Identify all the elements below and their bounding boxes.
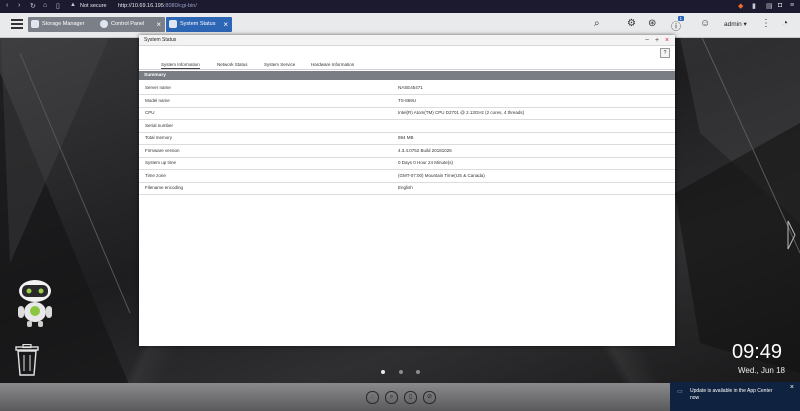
storage-manager-icon [31, 20, 39, 28]
dashboard-icon[interactable]: ◔ [782, 18, 788, 29]
control-panel-icon [100, 20, 108, 28]
tab-label: System Status [180, 21, 216, 27]
window-titlebar[interactable]: System Status − + × [139, 35, 675, 46]
tab-system-information[interactable]: System Information [161, 62, 200, 69]
show-desktop-icon[interactable]: ◌ [366, 391, 379, 404]
summary-header: Summary [139, 71, 675, 80]
tab-storage-manager[interactable]: Storage Manager × [28, 17, 108, 32]
info-value: 4.3.4.0752 Build 20181026 [398, 148, 452, 153]
user-avatar-icon[interactable]: ☺ [700, 18, 710, 29]
window-title: System Status [144, 37, 177, 44]
tab-divider [139, 69, 675, 70]
user-menu[interactable]: admin ▾ [724, 20, 747, 28]
info-row: Total memory 984 MB [139, 131, 675, 145]
reload-icon[interactable]: ↻ [30, 2, 36, 10]
info-row: System up time 0 Days 0 Hour 24 Minute(s… [139, 156, 675, 170]
tab-label: Control Panel [111, 21, 145, 27]
help-button[interactable]: ? [660, 48, 670, 58]
section-title: Summary [144, 73, 166, 78]
background-tasks-icon[interactable]: ⚙ [627, 18, 636, 29]
external-device-icon[interactable]: ⊛ [648, 18, 656, 29]
desktop-clock: 09:49 [732, 341, 783, 363]
home-icon[interactable]: ⌂ [43, 2, 47, 9]
maximize-icon[interactable]: + [655, 37, 659, 44]
system-status-window: System Status − + × ? System Information… [139, 35, 675, 346]
close-icon[interactable]: × [665, 37, 669, 44]
info-key: CPU [145, 110, 155, 115]
close-icon[interactable]: × [790, 384, 794, 391]
window-tabs: System Information Network Status System… [139, 61, 675, 69]
warning-icon[interactable]: ▲ [70, 2, 76, 8]
tab-hardware-information[interactable]: Hardware Information [311, 62, 354, 67]
bookmark-icon[interactable]: ▯ [56, 2, 60, 10]
sidebar-icon[interactable]: ▮ [752, 2, 756, 10]
info-value: NASE45471 [398, 85, 423, 90]
minimize-icon[interactable]: − [645, 37, 649, 44]
more-options-icon[interactable]: ⋮ [761, 18, 771, 29]
close-icon[interactable]: × [156, 20, 161, 29]
back-icon[interactable]: ‹ [6, 2, 8, 9]
info-key: System up time [145, 160, 177, 165]
page-dot[interactable] [381, 370, 385, 374]
info-key: Server name [145, 85, 171, 90]
main-menu-icon[interactable] [11, 19, 23, 29]
message-icon: ▭ [677, 389, 683, 395]
brave-shield-icon[interactable]: ◆ [738, 2, 743, 10]
recycle-bin-icon[interactable] [15, 344, 39, 376]
tab-system-service[interactable]: System Service [264, 62, 295, 67]
app-switcher-icon[interactable]: ▯ [404, 391, 417, 404]
info-key: Firmware version [145, 148, 180, 153]
info-key: Total memory [145, 135, 173, 140]
browser-menu-icon[interactable]: ≡ [790, 2, 794, 9]
notification-text[interactable]: Update is available in the App Center no… [690, 388, 782, 401]
info-key: Model name [145, 98, 170, 103]
desktop-date: Wed., Jun 18 [738, 366, 785, 375]
info-value: 984 MB [398, 135, 414, 140]
info-key: Serial number [145, 123, 174, 128]
info-value: TS-869U [398, 98, 417, 103]
search-icon[interactable]: ⌕ [385, 391, 398, 404]
info-key: Filename encoding [145, 185, 184, 190]
wallet-icon[interactable]: ▤ [766, 2, 773, 10]
page-dot[interactable] [416, 370, 420, 374]
info-row: Filename encoding English [139, 181, 675, 195]
tab-label: Storage Manager [42, 21, 85, 27]
tab-network-status[interactable]: Network Status [217, 62, 248, 67]
info-value: (GMT-07:00) Mountain Time(US & Canada) [398, 173, 485, 178]
browser-toolbar: ‹ › ↻ ⌂ ▯ ▲ Not secure http://10.69.16.1… [0, 0, 800, 13]
tab-system-status[interactable]: System Status × [166, 17, 232, 32]
extensions-icon[interactable]: ◘ [778, 2, 782, 9]
close-icon[interactable]: × [223, 20, 228, 29]
info-value: 0 Days 0 Hour 24 Minute(s) [398, 160, 454, 165]
page-dot[interactable] [399, 370, 403, 374]
system-status-icon [169, 20, 177, 28]
info-value: Intel(R) Atom(TM) CPU D2701 @ 2.13GHz (2… [398, 110, 525, 115]
forward-icon[interactable]: › [18, 2, 20, 9]
tab-control-panel[interactable]: Control Panel × [97, 17, 165, 32]
search-icon[interactable]: ⌕ [594, 18, 600, 29]
security-label[interactable]: Not secure [80, 3, 107, 9]
info-key: Time zone [145, 173, 166, 178]
info-row: Server name NASE45471 [139, 81, 675, 95]
robot-assistant-icon[interactable] [12, 278, 58, 328]
widgets-icon[interactable]: ⊘ [423, 391, 436, 404]
address-bar[interactable]: http://10.69.16.195:8080/cgi-bin/ [118, 3, 197, 9]
info-value: English [398, 185, 413, 190]
update-notification[interactable]: ▭ Update is available in the App Center … [670, 382, 800, 411]
notification-badge: 1 [678, 16, 684, 21]
info-row: CPU Intel(R) Atom(TM) CPU D2701 @ 2.13GH… [139, 106, 675, 120]
